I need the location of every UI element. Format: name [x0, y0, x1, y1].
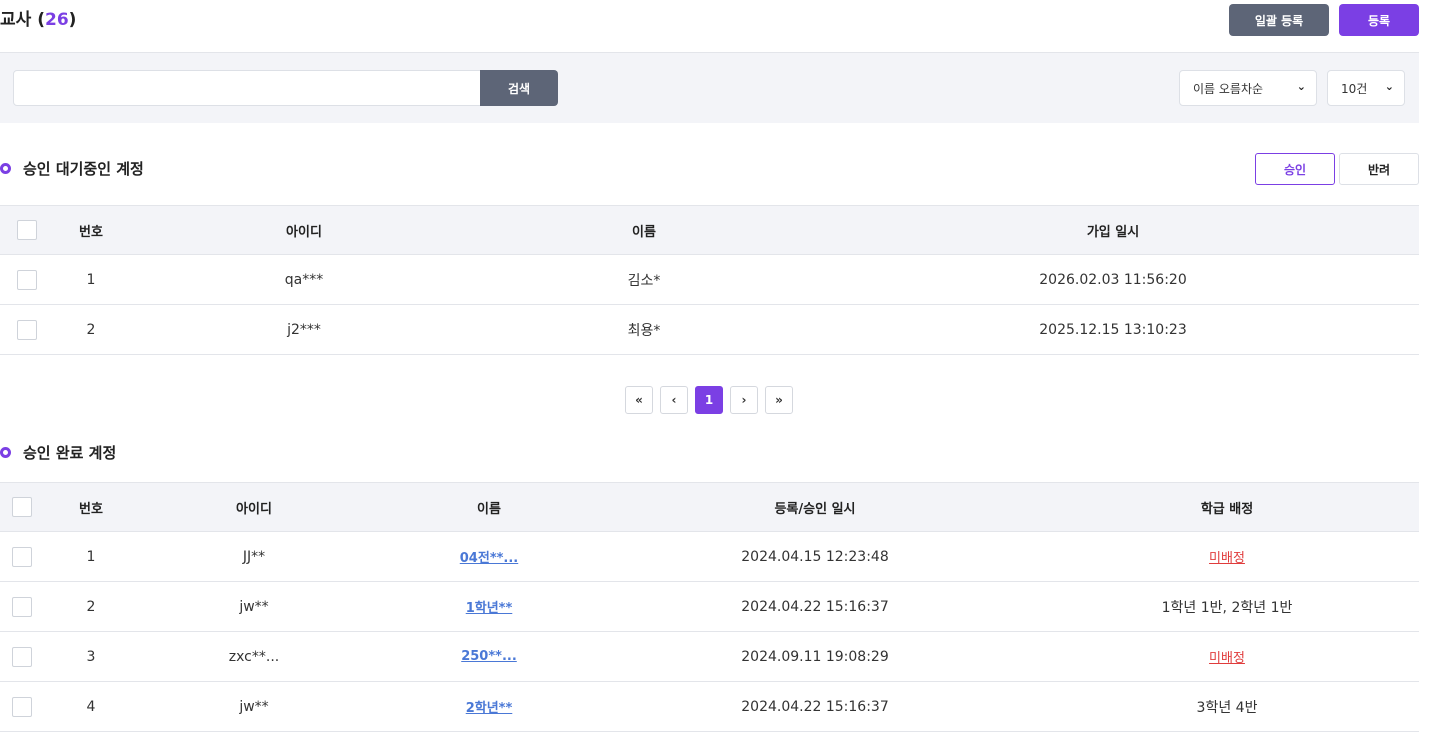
- table-row: 1 qa*** 김소* 2026.02.03 11:56:20: [0, 255, 1419, 305]
- teacher-count-value: 26: [44, 10, 69, 30]
- cell-name: 최용*: [627, 322, 661, 339]
- row-checkbox[interactable]: [17, 319, 37, 340]
- page-header: 교사 (26) 일괄 등록 등록: [0, 0, 1437, 52]
- row-checkbox-cell: [17, 255, 37, 304]
- row-checkbox-cell: [12, 582, 32, 631]
- cell-name: 김소*: [627, 272, 661, 289]
- sort-select-value: 이름 오름차순: [1193, 81, 1264, 96]
- page-button-current[interactable]: 1: [695, 386, 723, 414]
- teacher-name-link[interactable]: 04전**...: [460, 547, 518, 566]
- cell-id: j2***: [287, 321, 321, 338]
- column-header: 등록/승인 일시: [774, 501, 856, 517]
- pending-section-title: 승인 대기중인 계정: [0, 158, 144, 179]
- cell-date: 2025.12.15 13:10:23: [1039, 321, 1187, 338]
- approved-section-title-text: 승인 완료 계정: [23, 444, 117, 462]
- cell-no: 1: [86, 548, 96, 565]
- cell-name: 04전**...: [389, 532, 589, 581]
- register-button[interactable]: 등록: [1339, 4, 1419, 36]
- sort-select[interactable]: 이름 오름차순 ⌄: [1179, 70, 1317, 106]
- reject-button[interactable]: 반려: [1339, 153, 1419, 185]
- table-header-row: 번호 아이디 이름 등록/승인 일시 학급 배정: [0, 482, 1419, 532]
- last-page-button[interactable]: »: [765, 386, 793, 414]
- cell-date: 2024.04.22 15:16:37: [741, 598, 889, 615]
- teacher-name-link[interactable]: 1학년**: [466, 597, 513, 616]
- cell-id: zxc**...: [228, 648, 280, 665]
- search-button[interactable]: 검색: [480, 70, 558, 106]
- search-bar: 검색 이름 오름차순 ⌄ 10건 ⌄: [0, 52, 1419, 123]
- table-row: 2 j2*** 최용* 2025.12.15 13:10:23: [0, 305, 1419, 355]
- cell-id: JJ**: [242, 548, 266, 565]
- chevron-down-icon: ⌄: [1384, 80, 1394, 93]
- select-all-cell: [12, 483, 32, 531]
- cell-id: qa***: [284, 271, 324, 288]
- cell-no: 2: [86, 321, 96, 338]
- page-size-select[interactable]: 10건 ⌄: [1327, 70, 1405, 106]
- approve-button[interactable]: 승인: [1255, 153, 1335, 185]
- cell-name: 1학년**: [389, 582, 589, 631]
- search-input[interactable]: [13, 70, 481, 106]
- prev-page-button[interactable]: ‹: [660, 386, 688, 414]
- row-checkbox-cell: [17, 305, 37, 354]
- cell-no: 1: [86, 271, 96, 288]
- column-header: 아이디: [236, 501, 272, 517]
- page-title: 교사 (26): [0, 5, 76, 30]
- row-checkbox-cell: [12, 682, 32, 731]
- table-row: 4 jw** 2학년** 2024.04.22 15:16:37 3학년 4반: [0, 682, 1419, 732]
- cell-name: 250**...: [389, 632, 589, 681]
- pending-table: 번호 아이디 이름 가입 일시 1 qa*** 김소* 2026.02.03 1…: [0, 205, 1419, 355]
- chevron-down-icon: ⌄: [1296, 80, 1306, 93]
- cell-id: jw**: [239, 698, 269, 715]
- ring-icon: [0, 447, 11, 458]
- column-header: 아이디: [286, 224, 322, 240]
- teacher-name-link[interactable]: 2학년**: [466, 697, 513, 716]
- column-header: 번호: [79, 501, 103, 517]
- approved-section-title: 승인 완료 계정: [0, 442, 116, 463]
- select-all-checkbox[interactable]: [12, 497, 32, 517]
- pending-section-title-text: 승인 대기중인 계정: [23, 160, 144, 178]
- cell-class: 1학년 1반, 2학년 1반: [1161, 599, 1293, 616]
- cell-date: 2024.09.11 19:08:29: [741, 648, 889, 665]
- select-all-checkbox[interactable]: [17, 220, 37, 240]
- pagination: « ‹ 1 › »: [625, 386, 793, 414]
- column-header: 이름: [632, 224, 656, 240]
- row-checkbox[interactable]: [12, 646, 32, 667]
- cell-no: 3: [86, 648, 96, 665]
- row-checkbox-cell: [12, 632, 32, 681]
- page-size-select-value: 10건: [1341, 81, 1368, 96]
- cell-class: 미배정: [1077, 632, 1377, 681]
- cell-id: jw**: [239, 598, 269, 615]
- table-row: 3 zxc**... 250**... 2024.09.11 19:08:29 …: [0, 632, 1419, 682]
- cell-name: 2학년**: [389, 682, 589, 731]
- ring-icon: [0, 163, 11, 174]
- select-all-cell: [17, 206, 37, 254]
- next-page-button[interactable]: ›: [730, 386, 758, 414]
- column-header: 학급 배정: [1200, 501, 1254, 517]
- approved-table: 번호 아이디 이름 등록/승인 일시 학급 배정 1 JJ** 04전**...…: [0, 482, 1419, 732]
- page-title-text: 교사: [0, 10, 32, 30]
- teacher-count: (26): [37, 10, 77, 30]
- cell-no: 4: [86, 698, 96, 715]
- row-checkbox-cell: [12, 532, 32, 581]
- row-checkbox[interactable]: [12, 546, 32, 567]
- cell-no: 2: [86, 598, 96, 615]
- teacher-name-link[interactable]: 250**...: [461, 649, 517, 664]
- cell-date: 2024.04.15 12:23:48: [741, 548, 889, 565]
- column-header: 번호: [79, 224, 103, 240]
- column-header: 이름: [477, 501, 501, 517]
- unassigned-class-link[interactable]: 미배정: [1209, 547, 1245, 566]
- bulk-register-button[interactable]: 일괄 등록: [1229, 4, 1329, 36]
- unassigned-class-link[interactable]: 미배정: [1209, 647, 1245, 666]
- cell-class: 3학년 4반: [1196, 699, 1258, 716]
- row-checkbox[interactable]: [12, 596, 32, 617]
- table-row: 2 jw** 1학년** 2024.04.22 15:16:37 1학년 1반,…: [0, 582, 1419, 632]
- cell-class: 미배정: [1077, 532, 1377, 581]
- first-page-button[interactable]: «: [625, 386, 653, 414]
- row-checkbox[interactable]: [12, 696, 32, 717]
- cell-date: 2024.04.22 15:16:37: [741, 698, 889, 715]
- row-checkbox[interactable]: [17, 269, 37, 290]
- table-header-row: 번호 아이디 이름 가입 일시: [0, 205, 1419, 255]
- cell-date: 2026.02.03 11:56:20: [1039, 271, 1187, 288]
- table-row: 1 JJ** 04전**... 2024.04.15 12:23:48 미배정: [0, 532, 1419, 582]
- column-header: 가입 일시: [1086, 224, 1140, 240]
